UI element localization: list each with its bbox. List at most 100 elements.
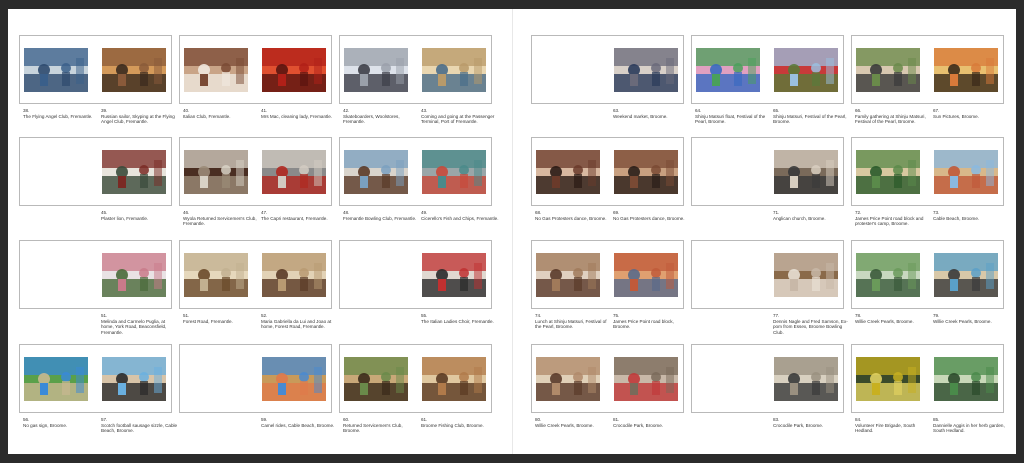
roadblock-photo [614,253,678,297]
photo-caption: 43. Coming and going at the Passenger Te… [421,108,499,125]
spread-frame [19,344,172,413]
photo-thumbnail[interactable] [774,48,838,92]
photo-thumbnail[interactable] [856,357,920,401]
photo-thumbnail[interactable] [262,253,326,297]
boat-tour-photo [934,253,998,297]
spread-frame [851,137,1004,206]
photo-caption-text: The Capri restaurant, Fremantle. [261,215,328,221]
spread-frame [531,344,684,413]
couple-porch-photo [102,253,166,297]
photo-caption: 78. Willie Creek Pearls, Broome. [855,313,933,324]
photo-thumbnail[interactable] [102,150,166,194]
photo-thumbnail[interactable] [934,150,998,194]
photo-thumbnail[interactable] [184,48,248,92]
herb-garden-photo [934,357,998,401]
photo-thumbnail[interactable] [856,150,920,194]
photo-thumbnail[interactable] [344,150,408,194]
photo-thumbnail[interactable] [934,357,998,401]
photo-thumbnail[interactable] [614,357,678,401]
photo-caption-text: Forest Road, Fremantle. [183,318,233,324]
photo-thumbnail[interactable] [262,150,326,194]
photo-thumbnail[interactable] [422,357,486,401]
photo-thumbnail[interactable] [934,48,998,92]
photo-thumbnail[interactable] [774,253,838,297]
photo-thumbnail[interactable] [614,253,678,297]
photo-thumbnail[interactable] [422,150,486,194]
photo-caption-text: James Price Point road block and protest… [855,215,924,227]
photo-thumbnail[interactable] [184,150,248,194]
photo-thumbnail[interactable] [344,48,408,92]
photo-caption-text: Weekend market, Broome. [613,113,668,119]
croc-keeper-photo [774,357,838,401]
spread-frame [691,35,844,104]
family-picnic-photo [856,48,920,92]
living-room-photo [184,253,248,297]
spread-frame [691,240,844,309]
spread-frame [531,240,684,309]
photo-thumbnail[interactable] [696,48,760,92]
photo-caption-text: Willie Creek Pearls, Broome. [933,318,992,324]
photo-caption: 51. Forest Road, Fremantle. [183,313,261,324]
photo-thumbnail[interactable] [614,48,678,92]
sailor-computer-photo [102,48,166,92]
photo-thumbnail[interactable] [24,48,88,92]
photo-thumbnail[interactable] [262,357,326,401]
photo-caption-text: Scotch football sausage sizzle, Cable Be… [101,422,178,434]
photo-thumbnail[interactable] [774,357,838,401]
photo-thumbnail[interactable] [102,357,166,401]
photo-caption-text: Italian Club, Fremantle. [183,113,231,119]
photo-caption: 39. Russian sailor, Skyping at the Flyin… [101,108,179,125]
parade-float-photo [696,48,760,92]
photo-thumbnail[interactable] [934,253,998,297]
photo-thumbnail[interactable] [24,357,88,401]
photo-thumbnail[interactable] [262,48,326,92]
photo-caption-text: Willie Creek Pearls, Broome. [535,422,594,428]
photo-caption: 79. Willie Creek Pearls, Broome. [933,313,1011,324]
spread-frame [531,35,684,104]
photo-caption: 55. The Italian Ladies Choir, Fremantle. [421,313,499,324]
photo-thumbnail[interactable] [774,150,838,194]
photo-caption-text: Shinju Matsuri float, Festival of the Pe… [695,113,766,125]
photo-thumbnail[interactable] [422,48,486,92]
photo-caption: 45. Plaster lion, Fremantle. [101,210,179,221]
skate-park-photo [344,48,408,92]
photo-caption: 83. Crocodile Park, Broome. [773,417,851,428]
photo-caption: 47. The Capri restaurant, Fremantle. [261,210,339,221]
photo-caption: 74. Lunch at Shinju Matsuri, Festival of… [535,313,613,330]
photo-caption: 80. Willie Creek Pearls, Broome. [535,417,613,428]
photo-thumbnail[interactable] [856,253,920,297]
photo-thumbnail[interactable] [536,357,600,401]
spread-frame [179,240,332,309]
photo-caption-text: No Gas Protesters dance, Broome. [535,215,607,221]
photo-caption: 59. Camel rides, Cable Beach, Broome. [261,417,339,428]
photo-caption-text: Lunch at Shinju Matsuri, Festival of the… [535,318,607,330]
photo-thumbnail[interactable] [856,48,920,92]
photo-thumbnail[interactable] [422,253,486,297]
photo-caption: 57. Scotch football sausage sizzle, Cabl… [101,417,179,434]
photo-caption-text: Family gathering at Shinju Matsuri, Fest… [855,113,926,125]
camel-rides-photo [262,357,326,401]
photo-thumbnail[interactable] [536,253,600,297]
photo-thumbnail[interactable] [102,253,166,297]
market-photo [614,48,678,92]
photo-caption: 66. Family gathering at Shinju Matsuri, … [855,108,933,125]
photo-caption-text: Fremantle Bowling Club, Fremantle. [343,215,417,221]
photo-caption-text: Crocodile Park, Broome. [773,422,824,428]
spread-frame [19,137,172,206]
photo-caption: 73. Cable Beach, Broome. [933,210,1011,221]
photo-caption-text: Returned Servicemen's Club, Broome. [343,422,403,434]
spread-frame [531,137,684,206]
photo-thumbnail[interactable] [344,357,408,401]
photo-caption-text: Volunteer Fire Brigade, South Hedland. [855,422,916,434]
photo-caption: 68. No Gas Protesters dance, Broome. [535,210,613,221]
photo-thumbnail[interactable] [184,253,248,297]
photo-caption: 42. Skateboarders, Woolstores, Fremantle… [343,108,421,125]
red-curtain-photo [262,48,326,92]
photo-thumbnail[interactable] [102,48,166,92]
left-page-spread: 38. The Flying Angel Club, Fremantle. 39.… [8,9,508,454]
church-interior-photo [774,150,838,194]
photo-thumbnail[interactable] [536,150,600,194]
photo-thumbnail[interactable] [614,150,678,194]
photo-caption: 65. Shinju Matsuri, Festival of the Pear… [773,108,851,125]
bar-interior-photo [774,253,838,297]
